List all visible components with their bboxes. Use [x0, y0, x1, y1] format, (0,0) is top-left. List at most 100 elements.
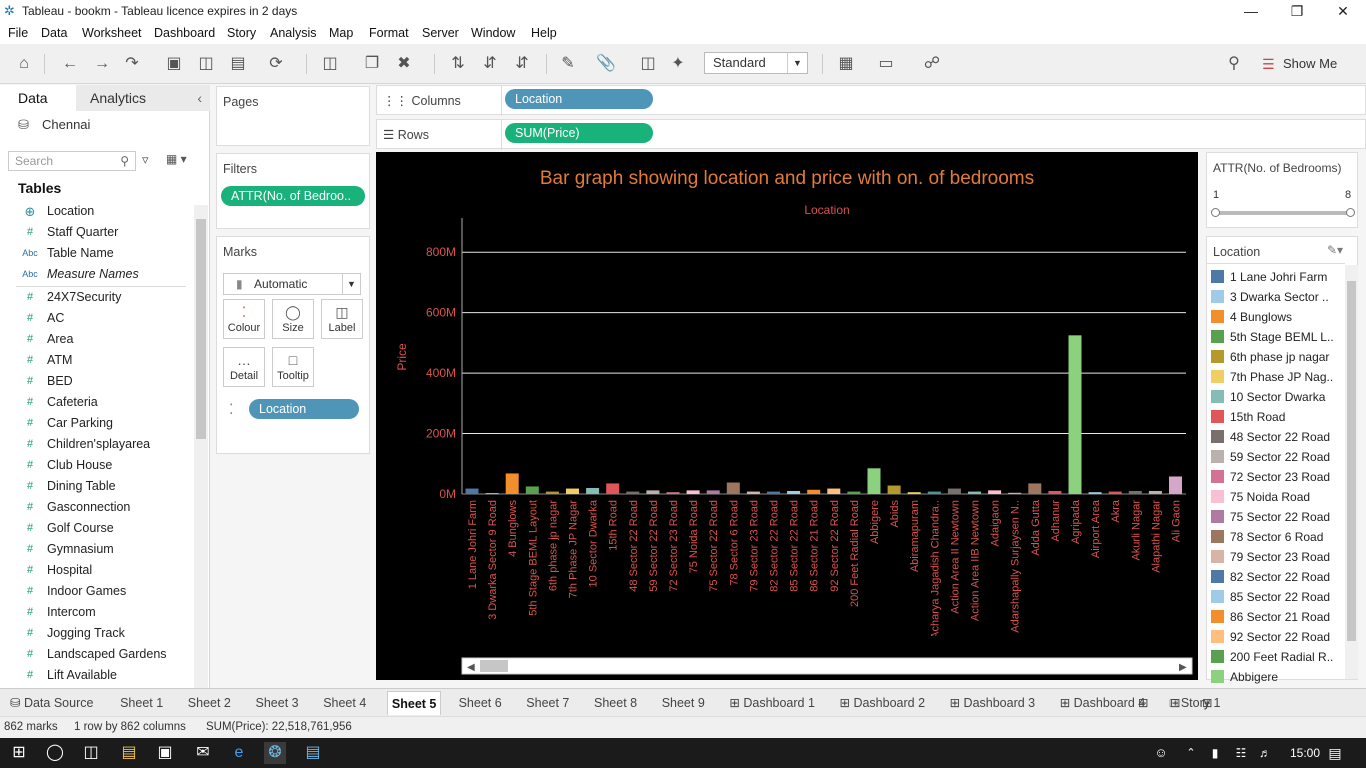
horizontal-scrollbar[interactable]: ◀ ▶ — [461, 657, 1193, 675]
bar[interactable] — [988, 490, 1002, 494]
field-item[interactable]: # Dining Table — [0, 476, 192, 497]
field-item[interactable]: # Lift Available — [0, 665, 192, 686]
file-explorer-icon[interactable]: ▤ — [118, 742, 140, 764]
chart-area[interactable]: Bar graph showing location and price wit… — [376, 152, 1198, 680]
colour-button[interactable]: ⁚ Colour — [223, 299, 265, 339]
detail-button[interactable]: … Detail — [223, 347, 265, 387]
legend-item[interactable]: 75 Sector 22 Road — [1211, 507, 1351, 527]
legend-item[interactable]: 200 Feet Radial R.. — [1211, 647, 1351, 667]
cortana-icon[interactable]: ◯ — [44, 742, 66, 764]
restore-icon[interactable]: ❐ — [1274, 0, 1320, 22]
notepad-icon[interactable]: ▤ — [302, 742, 324, 764]
bar[interactable] — [746, 491, 760, 494]
range-min-handle[interactable] — [1211, 208, 1220, 217]
sheet-tab[interactable]: ⊞ Dashboard 2 — [836, 691, 930, 715]
legend-item[interactable]: 4 Bunglows — [1211, 307, 1351, 327]
bar[interactable] — [626, 491, 640, 494]
bar[interactable] — [1028, 483, 1042, 494]
bar[interactable] — [907, 492, 921, 494]
bar[interactable] — [867, 468, 881, 494]
bar[interactable] — [1068, 335, 1082, 494]
legend-edit-icon[interactable]: ✎▾ — [1327, 243, 1343, 257]
menu-story[interactable]: Story — [227, 26, 256, 40]
bar[interactable] — [646, 490, 660, 494]
field-item[interactable]: # Gymnasium — [0, 539, 192, 560]
swap-icon[interactable]: ⇅ — [446, 52, 470, 76]
bar-chart[interactable]: Bar graph showing location and price wit… — [376, 152, 1198, 680]
legend-item[interactable]: 48 Sector 22 Road — [1211, 427, 1351, 447]
task-view-icon[interactable]: ◫ — [80, 742, 102, 764]
bar[interactable] — [968, 491, 981, 494]
field-item[interactable]: ⊕ Location — [0, 201, 192, 222]
sheet-tab[interactable]: Sheet 4 — [319, 691, 370, 715]
menu-server[interactable]: Server — [422, 26, 459, 40]
pages-card[interactable]: Pages — [216, 86, 370, 146]
filters-card[interactable]: Filters ATTR(No. of Bedroo.. — [216, 153, 370, 229]
store-icon[interactable]: ▣ — [154, 742, 176, 764]
bar[interactable] — [545, 491, 559, 494]
field-item[interactable]: # Cafeteria — [0, 392, 192, 413]
view-options-icon[interactable]: ▦ ▾ — [166, 152, 187, 166]
legend-item[interactable]: 82 Sector 22 Road — [1211, 567, 1351, 587]
search-input[interactable]: Search ⚲ — [8, 151, 136, 171]
bar[interactable] — [1128, 490, 1142, 494]
field-item[interactable]: # Golf Course — [0, 518, 192, 539]
field-scrollbar[interactable] — [194, 205, 208, 688]
bar[interactable] — [706, 490, 720, 494]
new-dashboard-icon[interactable]: ⊞ — [1166, 691, 1184, 715]
save-icon[interactable]: ▣ — [162, 52, 186, 76]
sheet-tab[interactable]: Sheet 2 — [184, 691, 235, 715]
rows-shelf[interactable]: ☰ Rows SUM(Price) — [376, 119, 1366, 150]
sheet-tab[interactable]: Sheet 3 — [252, 691, 303, 715]
sort-desc-icon[interactable]: ⇵ — [510, 52, 534, 76]
refresh-icon[interactable]: ⟳ — [264, 52, 288, 76]
clock[interactable]: 15:00 — [1290, 746, 1320, 760]
legend-item[interactable]: 15th Road — [1211, 407, 1351, 427]
bar[interactable] — [606, 483, 620, 494]
tray-chevron-icon[interactable]: ⌃ — [1180, 742, 1202, 764]
bar[interactable] — [1048, 490, 1062, 494]
legend-item[interactable]: 59 Sector 22 Road — [1211, 447, 1351, 467]
sheet-tab[interactable]: Sheet 6 — [455, 691, 506, 715]
edge-icon[interactable]: e — [228, 742, 250, 764]
notifications-icon[interactable]: ▤ — [1324, 742, 1346, 764]
field-item[interactable]: # ATM — [0, 350, 192, 371]
tableau-taskbar-icon[interactable]: ❂ — [264, 742, 286, 764]
bar[interactable] — [947, 488, 961, 494]
menu-map[interactable]: Map — [329, 26, 353, 40]
bar[interactable] — [787, 490, 801, 494]
bar[interactable] — [1169, 476, 1182, 494]
collapse-icon[interactable]: ‹ — [197, 85, 202, 111]
filter-pill[interactable]: ATTR(No. of Bedroo.. — [221, 186, 365, 206]
pause-updates-icon[interactable]: ▤ — [226, 52, 250, 76]
menu-worksheet[interactable]: Worksheet — [82, 26, 142, 40]
pin-icon[interactable]: ✦ — [666, 52, 690, 76]
network-icon[interactable]: ☷ — [1230, 742, 1252, 764]
field-item[interactable]: # AC — [0, 308, 192, 329]
bar[interactable] — [485, 493, 499, 495]
tab-data[interactable]: Data — [0, 85, 76, 111]
bar[interactable] — [767, 491, 780, 494]
legend-item[interactable]: 6th phase jp nagar — [1211, 347, 1351, 367]
sheet-tab[interactable]: Sheet 1 — [116, 691, 167, 715]
undo-icon[interactable]: ← — [58, 52, 82, 76]
sheet-tab[interactable]: Sheet 9 — [658, 691, 709, 715]
volume-icon[interactable]: ♬ — [1254, 742, 1276, 764]
range-max-handle[interactable] — [1346, 208, 1355, 217]
field-item[interactable]: # Club House — [0, 455, 192, 476]
sheet-tab[interactable]: ⊞ Dashboard 1 — [725, 691, 819, 715]
field-item[interactable]: # Children'splayarea — [0, 434, 192, 455]
menu-help[interactable]: Help — [531, 26, 557, 40]
close-icon[interactable]: ✕ — [1320, 0, 1366, 22]
sheet-tab[interactable]: ⊞ Dashboard 3 — [946, 691, 1040, 715]
field-item[interactable]: # Jogging Track — [0, 623, 192, 644]
sheet-tab[interactable]: Sheet 7 — [522, 691, 573, 715]
legend-item[interactable]: Abbigere — [1211, 667, 1351, 687]
field-item[interactable]: # BED — [0, 371, 192, 392]
presentation-icon[interactable]: ▭ — [874, 52, 898, 76]
field-item[interactable]: # Car Parking — [0, 413, 192, 434]
bar[interactable] — [726, 482, 740, 494]
menu-format[interactable]: Format — [369, 26, 409, 40]
field-item[interactable]: Abc Table Name — [0, 243, 192, 264]
bar[interactable] — [566, 488, 579, 494]
